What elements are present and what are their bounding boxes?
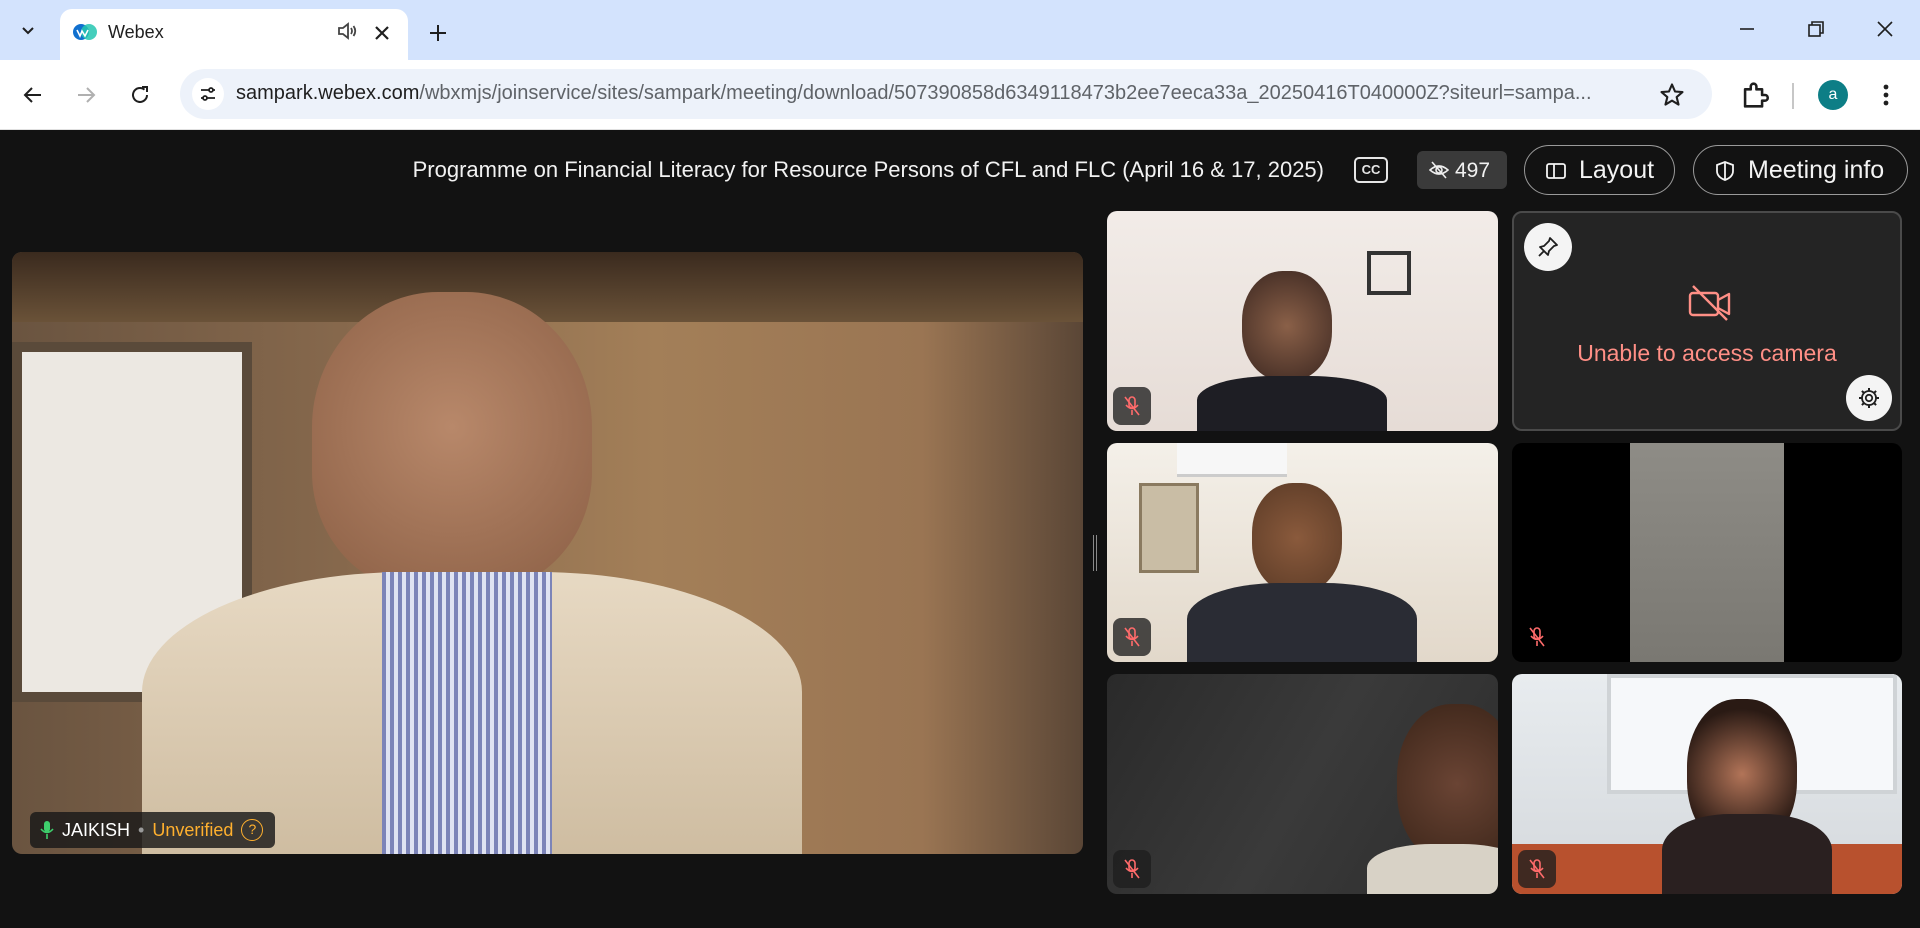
- bookmark-star-icon[interactable]: [1658, 81, 1686, 109]
- webex-logo-icon: [73, 24, 97, 40]
- participant-figure: [1242, 271, 1332, 381]
- meeting-info-button[interactable]: Meeting info: [1693, 145, 1908, 195]
- speaker-name-label: JAIKISH • Unverified ?: [30, 812, 276, 848]
- toolbar-divider: [1792, 83, 1794, 109]
- viewer-count: 497: [1455, 159, 1491, 182]
- camera-off-icon: [1688, 285, 1731, 321]
- muted-badge: [1113, 387, 1151, 425]
- participant-video-frame: [1630, 443, 1784, 662]
- unverified-status: Unverified: [152, 819, 234, 840]
- close-icon: [1877, 21, 1893, 37]
- url-host: sampark.webex.com: [236, 82, 420, 104]
- restore-icon: [1808, 21, 1824, 37]
- extensions-puzzle-icon[interactable]: [1738, 78, 1772, 112]
- minimize-icon: [1740, 28, 1754, 30]
- webex-meeting-view: Programme on Financial Literacy for Reso…: [0, 131, 1920, 928]
- speaker-figure: [312, 292, 592, 592]
- wall-air-conditioner: [1177, 443, 1287, 477]
- camera-error-message: Unable to access camera: [1577, 340, 1837, 366]
- gear-icon: [1859, 388, 1879, 408]
- participant-body: [1187, 583, 1417, 662]
- microphone-muted-icon: [1124, 859, 1140, 879]
- url-path: /wbxmjs/joinservice/sites/sampark/meetin…: [419, 82, 1592, 104]
- close-window-button[interactable]: [1870, 14, 1900, 44]
- participant-tile-2[interactable]: [1107, 443, 1498, 662]
- eye-off-icon: [1429, 161, 1449, 179]
- participant-tile-3[interactable]: [1512, 443, 1902, 662]
- main-speaker-video[interactable]: JAIKISH • Unverified ?: [12, 252, 1083, 854]
- chevron-down-icon: [22, 27, 34, 35]
- forward-button[interactable]: [68, 77, 104, 113]
- kebab-menu-icon[interactable]: [1872, 79, 1900, 111]
- layout-label: Layout: [1579, 156, 1655, 184]
- microphone-muted-icon: [1124, 627, 1140, 647]
- participant-tile-camera-off[interactable]: Unable to access camera: [1512, 211, 1902, 431]
- wall-frame: [1367, 251, 1411, 295]
- arrow-right-icon: [78, 87, 96, 103]
- arrow-left-icon: [23, 87, 41, 103]
- tab-close-icon[interactable]: [370, 21, 394, 45]
- speaker-audio-icon[interactable]: [335, 19, 359, 43]
- plus-icon: [430, 25, 446, 41]
- minimize-button[interactable]: [1732, 14, 1762, 44]
- meeting-info-label: Meeting info: [1748, 156, 1885, 184]
- muted-badge: [1113, 850, 1151, 888]
- unverified-help-icon[interactable]: ?: [241, 819, 264, 841]
- microphone-muted-icon: [1529, 859, 1545, 879]
- muted-badge: [1518, 850, 1556, 888]
- tune-icon: [201, 87, 215, 101]
- microphone-muted-icon: [1529, 627, 1545, 647]
- layout-icon: [1546, 163, 1566, 179]
- participant-body: [1367, 844, 1498, 894]
- pin-button[interactable]: [1524, 223, 1572, 271]
- background-shelf: [12, 252, 1083, 322]
- name-separator: •: [138, 819, 145, 840]
- reload-icon: [132, 86, 148, 103]
- participant-figure: [1252, 483, 1342, 593]
- browser-toolbar: sampark.webex.com/wbxmjs/joinservice/sit…: [0, 60, 1920, 130]
- layout-button[interactable]: Layout: [1524, 145, 1675, 195]
- site-info-button[interactable]: [192, 78, 224, 110]
- muted-badge: [1518, 618, 1556, 656]
- closed-captions-button[interactable]: CC: [1354, 157, 1388, 183]
- browser-tabstrip: Webex: [0, 0, 1920, 60]
- participant-body: [1197, 376, 1387, 431]
- speaker-name: JAIKISH: [62, 819, 131, 840]
- profile-avatar[interactable]: a: [1818, 80, 1848, 110]
- participant-tile-5[interactable]: [1512, 674, 1902, 894]
- microphone-muted-icon: [1124, 396, 1140, 416]
- reload-button[interactable]: [122, 77, 158, 113]
- muted-badge: [1113, 618, 1151, 656]
- shield-icon: [1716, 161, 1734, 181]
- url-text[interactable]: sampark.webex.com/wbxmjs/joinservice/sit…: [236, 82, 1636, 105]
- participant-body: [1662, 814, 1832, 894]
- new-tab-button[interactable]: [422, 17, 454, 49]
- participant-figure: [1397, 704, 1498, 864]
- panel-resize-handle[interactable]: [1093, 535, 1097, 571]
- camera-settings-button[interactable]: [1846, 375, 1892, 421]
- restore-button[interactable]: [1801, 14, 1831, 44]
- tab-webex[interactable]: Webex: [60, 9, 408, 60]
- tab-title: Webex: [108, 22, 164, 42]
- pin-icon: [1538, 237, 1558, 257]
- tab-search-button[interactable]: [10, 12, 46, 48]
- address-bar[interactable]: sampark.webex.com/wbxmjs/joinservice/sit…: [180, 69, 1712, 119]
- meeting-title: Programme on Financial Literacy for Reso…: [412, 157, 1324, 182]
- speaker-shirt: [382, 572, 552, 854]
- microphone-active-icon: [40, 821, 54, 839]
- participant-tile-4[interactable]: [1107, 674, 1498, 894]
- viewer-count-badge[interactable]: 497: [1417, 151, 1507, 189]
- back-button[interactable]: [15, 77, 51, 113]
- wall-clock: [1139, 483, 1199, 573]
- participant-tile-1[interactable]: [1107, 211, 1498, 431]
